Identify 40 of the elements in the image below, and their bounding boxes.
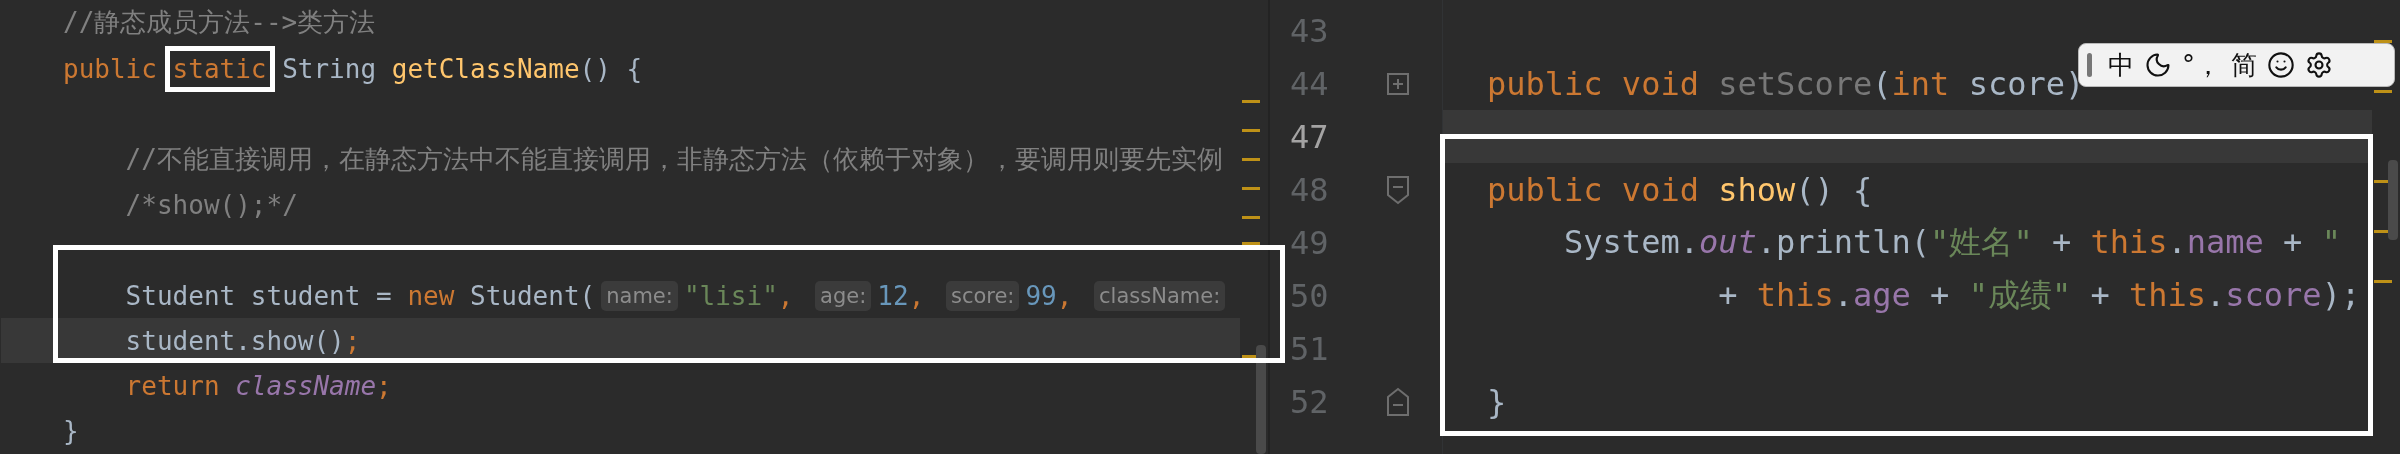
code-text: "lisi",: [683, 280, 795, 311]
line-number: 49: [1290, 223, 1329, 262]
code-text: }: [63, 416, 79, 447]
fold-minus-icon[interactable]: [1386, 174, 1410, 205]
code-text: public void setScore(int score): [1487, 64, 2085, 103]
code-text: + this.age + "成绩" + this.score);: [1717, 274, 2361, 316]
line-number: 50: [1290, 276, 1329, 315]
line-number: 44: [1290, 64, 1329, 103]
scrollbar-thumb[interactable]: [2388, 160, 2398, 240]
line-number: 43: [1290, 11, 1329, 50]
settings-icon[interactable]: [2305, 51, 2333, 79]
moon-icon[interactable]: [2144, 51, 2172, 79]
code-text: public void show() {: [1487, 170, 1873, 209]
punctuation-button[interactable]: °，: [2182, 52, 2221, 78]
scrollbar-thumb[interactable]: [1256, 345, 1266, 454]
code-text: 12,: [877, 280, 926, 311]
line-number: 52: [1290, 382, 1329, 421]
parameter-hint: className:: [1094, 280, 1226, 311]
emoji-icon[interactable]: [2267, 51, 2295, 79]
code-text: public static String getClassName() {: [55, 44, 651, 93]
parameter-hint: age:: [815, 280, 872, 311]
script-button[interactable]: 简: [2231, 52, 2257, 78]
code-text: System.out.println("姓名" + this.name + ": [1563, 221, 2341, 263]
code-text: return className;: [124, 371, 392, 402]
code-text: Student student = new Student(: [124, 280, 596, 311]
code-text: student.show();: [124, 325, 361, 356]
fold-minus-icon[interactable]: [1386, 386, 1410, 417]
line-number: 51: [1290, 329, 1329, 368]
code-text: /*show();*/: [124, 190, 298, 220]
line-number: 47: [1290, 117, 1329, 156]
fold-plus-icon[interactable]: [1386, 71, 1410, 96]
parameter-hint: score:: [945, 280, 1020, 311]
line-number: 48: [1290, 170, 1329, 209]
code-text: 99,: [1025, 280, 1074, 311]
code-text: }: [1487, 382, 1507, 421]
code-text: //静态成员方法-->类方法: [63, 6, 376, 40]
drag-handle-icon[interactable]: [2087, 53, 2092, 77]
parameter-hint: name:: [601, 280, 678, 311]
code-text: //不能直接调用，在静态方法中不能直接调用，非静态方法（依赖于对象），要调用则要先实例: [124, 143, 1223, 177]
input-mode-button[interactable]: 中: [2108, 52, 2134, 78]
